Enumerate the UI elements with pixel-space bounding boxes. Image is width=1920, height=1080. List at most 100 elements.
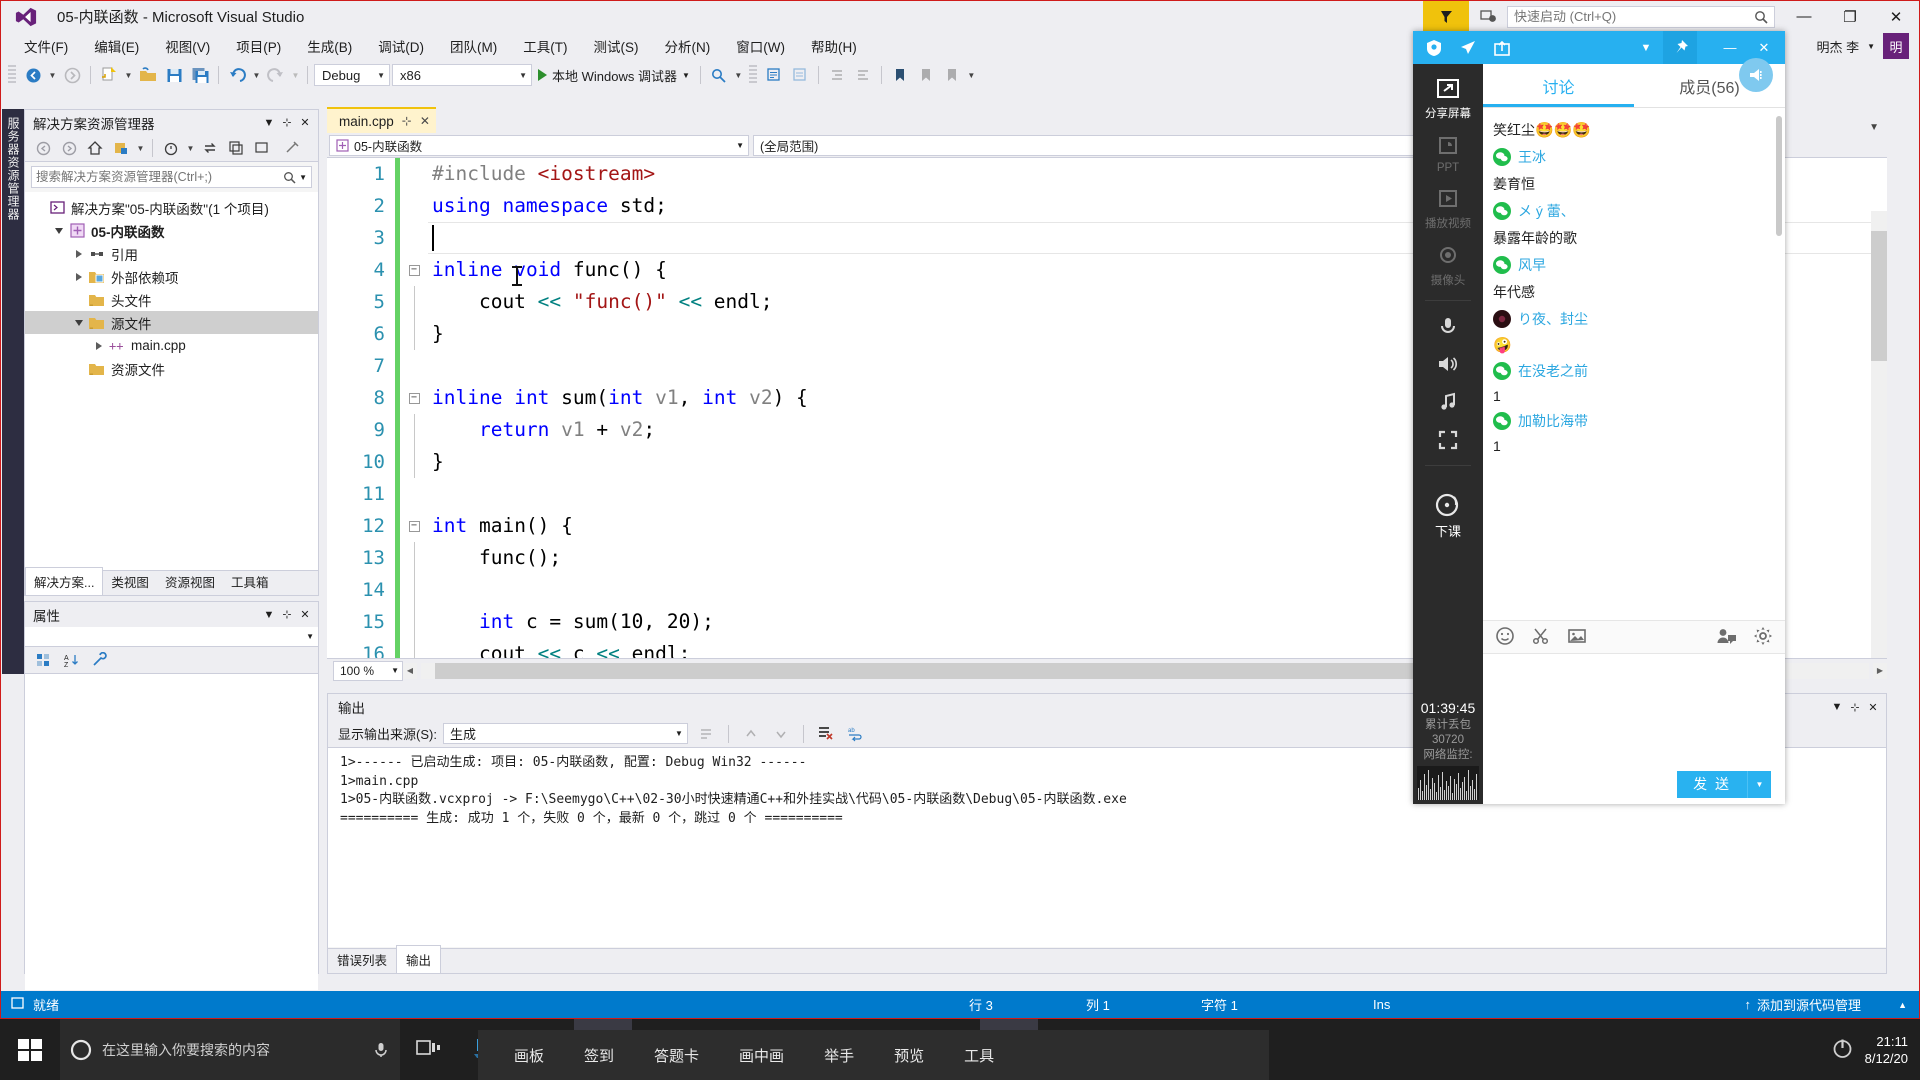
redo-caret[interactable]: ▼	[290, 63, 301, 87]
tree-node[interactable]: 外部依赖项	[25, 265, 318, 288]
menu-item-window[interactable]: 窗口(W)	[723, 32, 798, 60]
chevron-down-icon[interactable]: ▼	[185, 136, 196, 160]
pin-icon[interactable]: ⊹	[402, 114, 412, 128]
tab-discussion[interactable]: 讨论	[1483, 64, 1634, 107]
close-icon[interactable]: ✕	[420, 114, 430, 128]
previous-bookmark-icon[interactable]	[914, 63, 938, 87]
taskbar-search-box[interactable]: 在这里输入你要搜索的内容	[60, 1019, 400, 1080]
pending-changes-icon[interactable]	[109, 136, 133, 160]
chat-sender[interactable]: メ ý 蕾、	[1493, 198, 1785, 224]
pin-icon[interactable]	[1663, 31, 1697, 64]
image-icon[interactable]	[1567, 626, 1587, 649]
rail-item-end-class[interactable]: 下课	[1413, 486, 1483, 546]
menu-item-team[interactable]: 团队(M)	[437, 32, 510, 60]
show-all-files-icon[interactable]	[250, 136, 274, 160]
tree-node[interactable]: 引用	[25, 242, 318, 265]
chevron-down-icon[interactable]: ▼	[1869, 122, 1879, 133]
scissors-icon[interactable]	[1531, 626, 1551, 649]
zoom-level-combo[interactable]: 100 % ▼	[333, 660, 403, 681]
chevron-down-icon[interactable]	[51, 227, 67, 234]
solution-configuration-combo[interactable]: Debug ▼	[314, 64, 390, 86]
menu-item-edit[interactable]: 编辑(E)	[81, 32, 152, 60]
menu-item-tools[interactable]: 工具(T)	[510, 32, 580, 60]
solution-search-box[interactable]: ▼	[31, 166, 312, 188]
pending-view-icon[interactable]	[159, 136, 183, 160]
scroll-left-button[interactable]: ◀	[403, 662, 417, 679]
shield-icon[interactable]	[1417, 31, 1451, 64]
airplane-icon[interactable]	[1451, 31, 1485, 64]
close-button[interactable]: ✕	[1873, 1, 1919, 32]
rail-item-fullscreen[interactable]	[1413, 421, 1483, 459]
properties-wrench-icon[interactable]	[87, 648, 111, 672]
power-icon[interactable]	[1830, 1036, 1855, 1064]
sync-icon[interactable]	[198, 136, 222, 160]
forward-icon[interactable]	[57, 136, 81, 160]
send-options-caret[interactable]: ▼	[1747, 770, 1771, 798]
toolbar-grip[interactable]	[8, 65, 16, 85]
tab-toolbox[interactable]: 工具箱	[223, 568, 277, 595]
class-tool-button[interactable]: 签到	[584, 1045, 614, 1066]
home-icon[interactable]	[83, 136, 107, 160]
properties-grid[interactable]	[25, 674, 318, 990]
uncomment-selection-icon[interactable]	[788, 63, 812, 87]
chat-sender[interactable]: 在没老之前	[1493, 358, 1785, 384]
tree-node[interactable]: 解决方案"05-内联函数"(1 个项目)	[25, 196, 318, 219]
chevron-down-icon[interactable]	[71, 319, 87, 326]
rail-item-ppt[interactable]: PPT	[1413, 127, 1483, 180]
navigate-back-caret[interactable]: ▼	[47, 63, 58, 87]
menu-item-build[interactable]: 生成(B)	[294, 32, 365, 60]
undo-caret[interactable]: ▼	[251, 63, 262, 87]
megaphone-icon[interactable]	[1739, 58, 1773, 92]
tab-solution-explorer[interactable]: 解决方案...	[25, 567, 104, 595]
gear-icon[interactable]	[1753, 626, 1773, 649]
clear-output-icon[interactable]	[814, 722, 838, 746]
menu-item-view[interactable]: 视图(V)	[152, 32, 223, 60]
chat-sender[interactable]: 加勒比海带	[1493, 408, 1785, 434]
chevron-down-icon[interactable]: ▼	[260, 113, 278, 133]
chat-input-box[interactable]	[1483, 654, 1785, 764]
rail-item-speaker[interactable]	[1413, 345, 1483, 383]
quick-launch-box[interactable]	[1507, 5, 1775, 28]
next-bookmark-icon[interactable]	[940, 63, 964, 87]
rail-item-microphone[interactable]	[1413, 307, 1483, 345]
menu-item-project[interactable]: 项目(P)	[223, 32, 294, 60]
chat-sender[interactable]: り夜、封尘	[1493, 306, 1785, 332]
outdent-icon[interactable]	[851, 63, 875, 87]
tree-node[interactable]: 头文件	[25, 288, 318, 311]
status-source-control[interactable]: ↑ 添加到源代码管理	[1744, 995, 1861, 1014]
solution-search-input[interactable]	[36, 170, 284, 184]
categorized-icon[interactable]	[31, 648, 55, 672]
restore-button[interactable]: ❐	[1827, 1, 1873, 32]
comment-selection-icon[interactable]	[762, 63, 786, 87]
navigate-back-icon[interactable]	[21, 63, 45, 87]
chevron-down-icon[interactable]: ▼	[135, 136, 146, 160]
new-project-icon[interactable]	[97, 63, 121, 87]
fold-collapse-icon[interactable]: −	[400, 264, 428, 276]
close-icon[interactable]: ✕	[1864, 697, 1882, 717]
collapse-all-icon[interactable]	[224, 136, 248, 160]
menu-item-file[interactable]: 文件(F)	[11, 32, 81, 60]
scroll-right-button[interactable]: ▶	[1873, 662, 1887, 679]
feedback-flag-icon[interactable]	[1423, 1, 1469, 32]
back-icon[interactable]	[31, 136, 55, 160]
editor-vertical-scrollbar[interactable]	[1871, 211, 1887, 658]
rail-item-share-screen[interactable]: 分享屏幕	[1413, 70, 1483, 127]
alphabetical-icon[interactable]: AZ	[59, 648, 83, 672]
solution-platform-combo[interactable]: x86 ▼	[392, 64, 532, 86]
quick-launch-input[interactable]	[1514, 9, 1754, 24]
tree-node[interactable]: 源文件	[25, 311, 318, 334]
pin-icon[interactable]: ⊹	[278, 113, 296, 133]
go-to-next-icon[interactable]	[769, 722, 793, 746]
notification-icon[interactable]	[1469, 1, 1507, 32]
menu-item-test[interactable]: 测试(S)	[581, 32, 652, 60]
toolbar-grip[interactable]	[748, 65, 757, 85]
new-project-caret[interactable]: ▼	[123, 63, 134, 87]
send-button[interactable]: 发 送	[1677, 770, 1747, 798]
redo-icon[interactable]	[264, 63, 288, 87]
class-tool-button[interactable]: 画板	[514, 1045, 544, 1066]
class-tool-button[interactable]: 预览	[894, 1045, 924, 1066]
chevron-right-icon[interactable]	[71, 249, 87, 258]
class-tool-button[interactable]: 工具	[964, 1045, 994, 1066]
status-expand-icon[interactable]: ▲	[1898, 1000, 1907, 1010]
menu-item-help[interactable]: 帮助(H)	[798, 32, 870, 60]
